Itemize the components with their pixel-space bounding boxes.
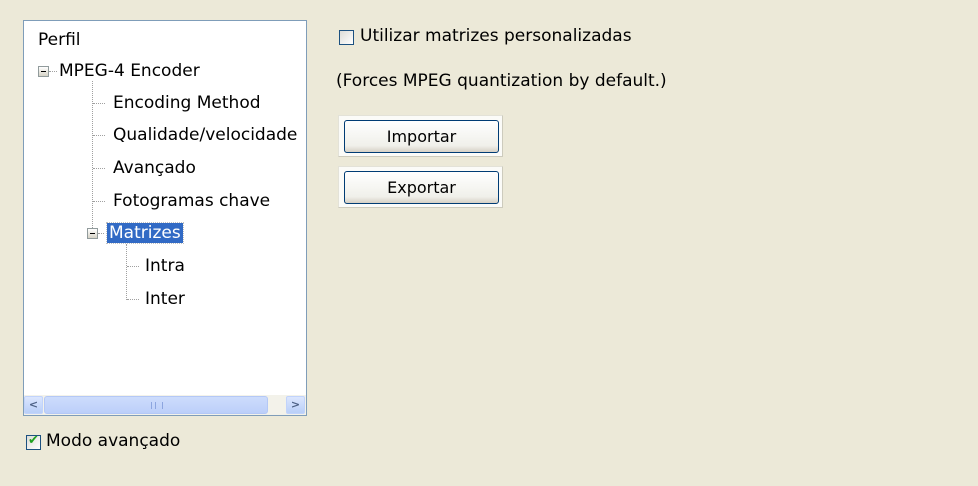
settings-tree[interactable]: Perfil MPEG-4 Encoder Encoding Method Qu…: [23, 20, 307, 416]
export-button-frame: Exportar: [338, 166, 503, 208]
quantization-note: (Forces MPEG quantization by default.): [336, 71, 667, 91]
scroll-right-button[interactable]: >: [286, 396, 305, 414]
chevron-left-icon: <: [28, 398, 39, 411]
tree-connector: [126, 244, 127, 300]
horizontal-scrollbar[interactable]: < >: [24, 395, 306, 415]
grip-icon: [151, 402, 163, 409]
tree-item-label: Inter: [145, 289, 185, 309]
scroll-thumb[interactable]: [44, 396, 268, 414]
tree-connector: [93, 135, 105, 136]
tree-item-quality-speed[interactable]: Qualidade/velocidade: [113, 122, 297, 148]
tree-connector: [98, 233, 104, 234]
advanced-mode-label[interactable]: Modo avançado: [46, 431, 180, 451]
tree-item-label: Matrizes: [106, 222, 184, 244]
tree-item-label: Qualidade/velocidade: [113, 125, 298, 145]
custom-matrices-label[interactable]: Utilizar matrizes personalizadas: [360, 26, 632, 46]
tree-connector: [127, 266, 139, 267]
custom-matrices-checkbox[interactable]: [339, 30, 354, 45]
tree-item-perfil[interactable]: Perfil: [38, 27, 81, 53]
tree-item-matrices[interactable]: Matrizes: [106, 220, 184, 246]
tree-item-intra[interactable]: Intra: [145, 253, 185, 279]
scroll-left-button[interactable]: <: [24, 396, 43, 414]
tree-item-advanced[interactable]: Avançado: [113, 155, 196, 181]
tree-item-inter[interactable]: Inter: [145, 286, 185, 312]
tree-item-mpeg4-encoder[interactable]: MPEG-4 Encoder: [59, 58, 200, 84]
tree-item-label: Intra: [145, 256, 185, 276]
collapse-toggle-icon[interactable]: [87, 228, 98, 239]
advanced-mode-checkbox[interactable]: ✔: [26, 433, 41, 450]
tree-item-label: MPEG-4 Encoder: [59, 61, 200, 81]
tree-item-label: Perfil: [38, 30, 81, 50]
tree-connector: [49, 71, 57, 72]
tree-item-keyframes[interactable]: Fotogramas chave: [113, 188, 270, 214]
chevron-right-icon: >: [290, 398, 301, 411]
export-button[interactable]: Exportar: [344, 171, 499, 204]
tree-connector: [93, 103, 105, 104]
import-button[interactable]: Importar: [344, 120, 499, 153]
collapse-toggle-icon[interactable]: [38, 66, 49, 77]
tree-item-label: Fotogramas chave: [113, 191, 271, 211]
tree-item-encoding-method[interactable]: Encoding Method: [113, 90, 261, 116]
tree-connector: [93, 201, 105, 202]
tree-connector: [127, 299, 139, 300]
tree-connector: [93, 168, 105, 169]
tree-item-label: Encoding Method: [113, 93, 261, 113]
tree-item-label: Avançado: [113, 158, 196, 178]
import-button-frame: Importar: [338, 115, 503, 157]
checkmark-icon: ✔: [28, 433, 39, 448]
